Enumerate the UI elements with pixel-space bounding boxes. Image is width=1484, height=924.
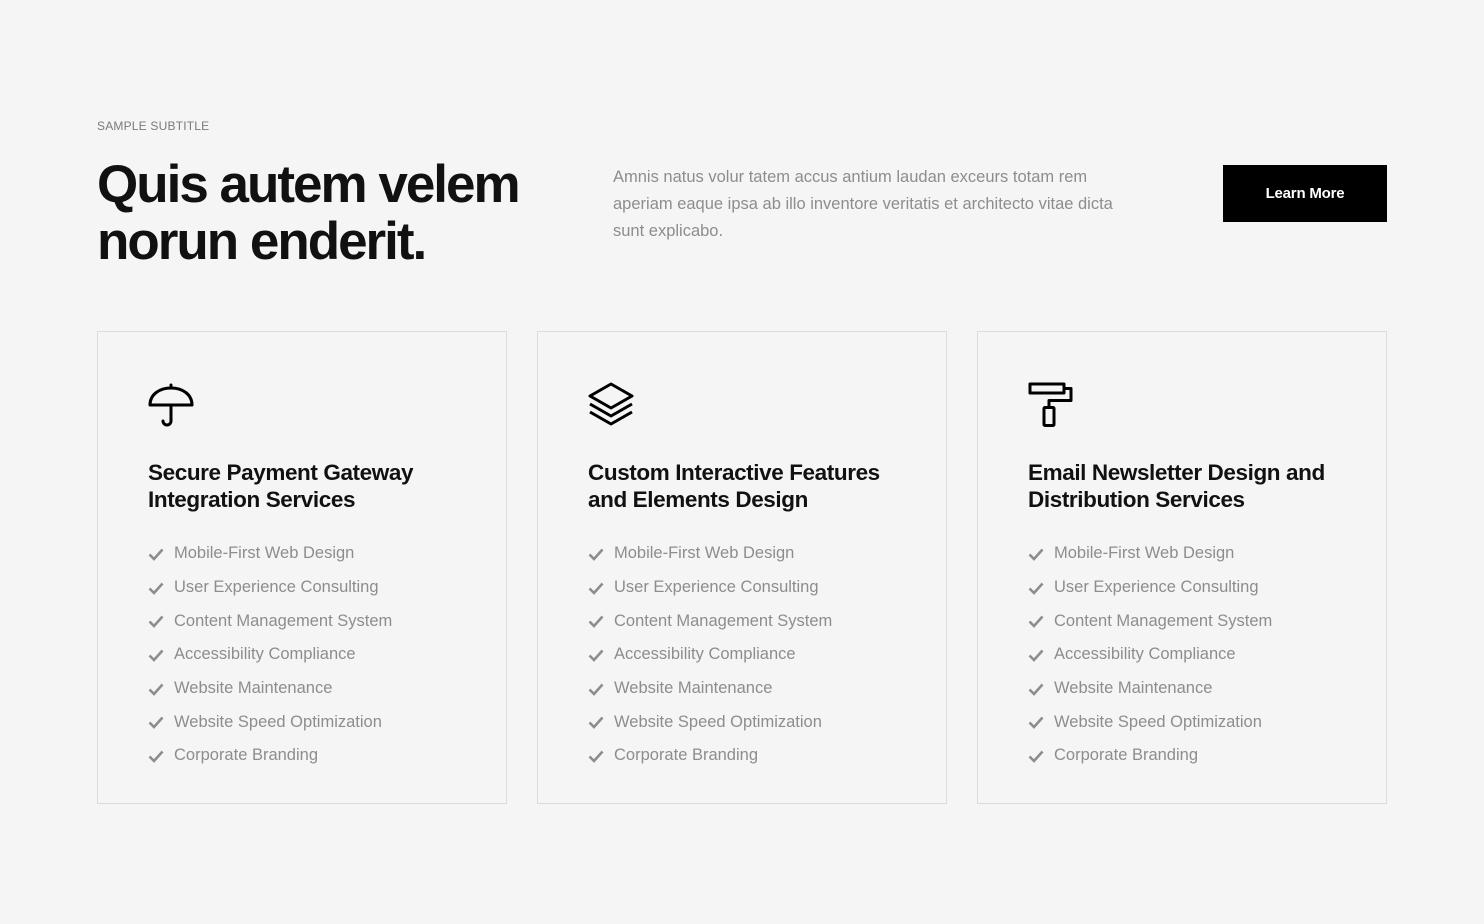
feature-label: Mobile-First Web Design	[174, 544, 355, 563]
feature-item: Website Speed Optimization	[1028, 705, 1386, 739]
feature-label: Corporate Branding	[614, 746, 759, 765]
feature-label: Mobile-First Web Design	[614, 544, 795, 563]
service-card: Secure Payment Gateway Integration Servi…	[97, 331, 507, 804]
section-heading: Quis autem velem norun enderit.	[97, 155, 521, 271]
intro-paragraph: Amnis natus volur tatem accus antium lau…	[613, 168, 1113, 240]
feature-item: Website Maintenance	[148, 672, 506, 706]
section-subtitle: SAMPLE SUBTITLE	[97, 119, 210, 133]
check-icon	[588, 683, 604, 696]
paint-roller-icon	[1028, 382, 1073, 427]
feature-item: Content Management System	[1028, 604, 1386, 638]
check-icon	[1028, 683, 1044, 696]
feature-label: Website Maintenance	[174, 679, 333, 698]
service-card: Email Newsletter Design and Distribution…	[977, 331, 1387, 804]
check-icon	[588, 582, 604, 595]
feature-label: Website Speed Optimization	[174, 712, 382, 731]
feature-item: Website Speed Optimization	[148, 705, 506, 739]
feature-item: Mobile-First Web Design	[148, 537, 506, 571]
feature-label: Mobile-First Web Design	[1054, 544, 1235, 563]
check-icon	[148, 683, 164, 696]
feature-label: Website Speed Optimization	[1054, 712, 1262, 731]
umbrella-icon	[148, 383, 194, 427]
feature-list: Mobile-First Web Design User Experience …	[1028, 537, 1386, 773]
check-icon	[148, 649, 164, 662]
feature-item: Corporate Branding	[588, 739, 946, 773]
services-section: SAMPLE SUBTITLE Quis autem velem norun e…	[0, 0, 1484, 924]
feature-label: Corporate Branding	[174, 746, 319, 765]
check-icon	[588, 649, 604, 662]
feature-label: Corporate Branding	[1054, 746, 1199, 765]
feature-item: Corporate Branding	[148, 739, 506, 773]
check-icon	[148, 582, 164, 595]
feature-label: Content Management System	[174, 611, 393, 630]
check-icon	[1028, 582, 1044, 595]
feature-label: User Experience Consulting	[614, 578, 819, 597]
learn-more-button[interactable]: Learn More	[1223, 165, 1387, 222]
check-icon	[588, 548, 604, 561]
check-icon	[148, 716, 164, 730]
feature-item: Website Maintenance	[588, 672, 946, 706]
check-icon	[148, 615, 164, 629]
feature-item: Content Management System	[588, 604, 946, 638]
feature-item: Accessibility Compliance	[1028, 638, 1386, 672]
service-card: Custom Interactive Features and Elements…	[537, 331, 947, 804]
feature-label: Accessibility Compliance	[1054, 645, 1236, 664]
feature-item: Corporate Branding	[1028, 739, 1386, 773]
card-title: Secure Payment Gateway Integration Servi…	[148, 460, 414, 512]
layers-icon	[588, 382, 634, 426]
feature-label: Content Management System	[614, 611, 833, 630]
service-cards: Secure Payment Gateway Integration Servi…	[97, 331, 1387, 804]
check-icon	[1028, 548, 1044, 561]
feature-label: Accessibility Compliance	[174, 645, 356, 664]
feature-item: Mobile-First Web Design	[588, 537, 946, 571]
check-icon	[1028, 716, 1044, 730]
feature-label: User Experience Consulting	[174, 578, 379, 597]
feature-list: Mobile-First Web Design User Experience …	[148, 537, 506, 773]
card-title: Custom Interactive Features and Elements…	[588, 460, 880, 512]
feature-label: Website Maintenance	[1054, 679, 1213, 698]
check-icon	[588, 750, 604, 763]
feature-item: Content Management System	[148, 604, 506, 638]
feature-label: Website Maintenance	[614, 679, 773, 698]
feature-item: User Experience Consulting	[588, 571, 946, 605]
feature-label: Content Management System	[1054, 611, 1273, 630]
check-icon	[1028, 615, 1044, 629]
feature-label: User Experience Consulting	[1054, 578, 1259, 597]
check-icon	[1028, 750, 1044, 763]
feature-list: Mobile-First Web Design User Experience …	[588, 537, 946, 773]
check-icon	[148, 750, 164, 763]
feature-item: Mobile-First Web Design	[1028, 537, 1386, 571]
card-title: Email Newsletter Design and Distribution…	[1028, 460, 1325, 512]
feature-item: User Experience Consulting	[148, 571, 506, 605]
check-icon	[588, 716, 604, 730]
feature-item: Website Speed Optimization	[588, 705, 946, 739]
check-icon	[148, 548, 164, 561]
feature-item: Accessibility Compliance	[148, 638, 506, 672]
check-icon	[588, 615, 604, 629]
feature-item: Website Maintenance	[1028, 672, 1386, 706]
feature-label: Accessibility Compliance	[614, 645, 796, 664]
feature-item: User Experience Consulting	[1028, 571, 1386, 605]
feature-item: Accessibility Compliance	[588, 638, 946, 672]
check-icon	[1028, 649, 1044, 662]
feature-label: Website Speed Optimization	[614, 712, 822, 731]
